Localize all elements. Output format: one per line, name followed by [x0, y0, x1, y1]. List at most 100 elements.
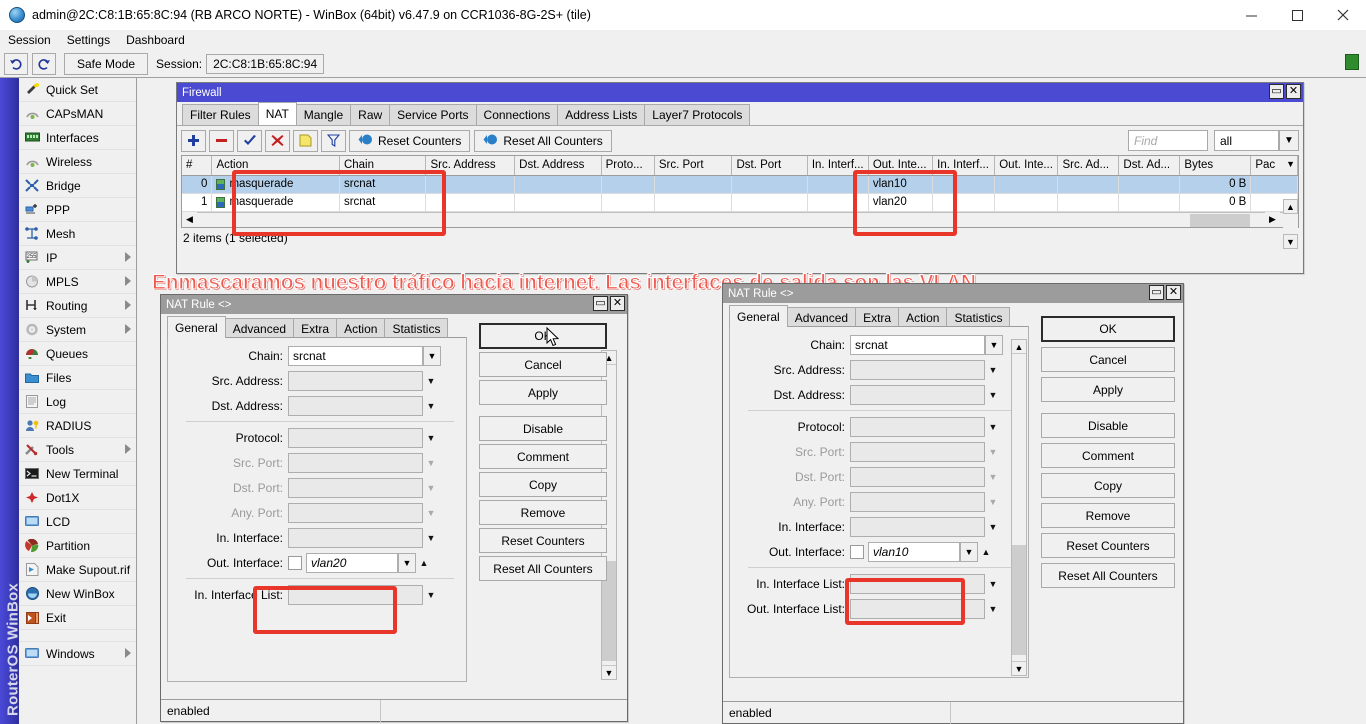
nat-right-out-interface-list-input[interactable]: [850, 599, 985, 619]
nat-right-tab-general[interactable]: General: [729, 305, 788, 327]
nat-right-in-interface-list-input[interactable]: [850, 574, 985, 594]
sidebar-item-make-supout[interactable]: Make Supout.rif: [19, 558, 136, 582]
nat-left-cancel-button[interactable]: Cancel: [479, 352, 607, 377]
tab-raw[interactable]: Raw: [350, 104, 390, 125]
nat-left-src-port-input[interactable]: [288, 453, 423, 473]
nat-right-restore-button[interactable]: ▭: [1149, 285, 1164, 300]
nat-left-tab-statistics[interactable]: Statistics: [384, 318, 448, 338]
col-dst-address[interactable]: Dst. Address: [515, 156, 601, 175]
tab-layer7-protocols[interactable]: Layer7 Protocols: [644, 104, 750, 125]
undo-button[interactable]: [4, 53, 28, 75]
sidebar-item-system[interactable]: System: [19, 318, 136, 342]
filter-select-value[interactable]: all: [1214, 130, 1279, 151]
close-button[interactable]: [1320, 0, 1366, 30]
nat-right-dst-port-caret-icon[interactable]: ▼: [985, 467, 1001, 487]
remove-rule-button[interactable]: [209, 130, 234, 152]
nat-right-dst-port-input[interactable]: [850, 467, 985, 487]
sidebar-item-interfaces[interactable]: Interfaces: [19, 126, 136, 150]
nat-right-disable-button[interactable]: Disable: [1041, 413, 1175, 438]
sidebar-item-windows[interactable]: Windows: [19, 642, 136, 666]
col-chain[interactable]: Chain: [339, 156, 425, 175]
sidebar-item-log[interactable]: Log: [19, 390, 136, 414]
nat-left-remove-button[interactable]: Remove: [479, 500, 607, 525]
nat-left-src-address-caret-icon[interactable]: ▼: [423, 371, 439, 391]
sidebar-item-capsman[interactable]: CAPsMAN: [19, 102, 136, 126]
nat-left-reset-counters-button[interactable]: Reset Counters: [479, 528, 607, 553]
add-rule-button[interactable]: [181, 130, 206, 152]
filter-select-dropdown-icon[interactable]: ▼: [1279, 130, 1299, 151]
col-in-interface-list[interactable]: In. Interf...: [933, 156, 995, 175]
nat-left-close-button[interactable]: ✕: [610, 296, 625, 311]
nat-left-in-interface-list-input[interactable]: [288, 585, 423, 605]
nat-left-out-interface-caret-icon[interactable]: ▲: [416, 553, 432, 573]
nat-left-copy-button[interactable]: Copy: [479, 472, 607, 497]
nat-left-restore-button[interactable]: ▭: [593, 296, 608, 311]
sidebar-item-mesh[interactable]: Mesh: [19, 222, 136, 246]
reset-all-counters-button[interactable]: Reset All Counters: [474, 130, 611, 152]
nat-left-ok-button[interactable]: OK: [479, 323, 607, 349]
nat-left-src-port-caret-icon[interactable]: ▼: [423, 453, 439, 473]
nat-left-scroll-down-icon[interactable]: ▼: [602, 665, 616, 679]
session-value[interactable]: 2C:C8:1B:65:8C:94: [206, 54, 324, 74]
col-action[interactable]: Action: [212, 156, 340, 175]
reset-counters-button[interactable]: Reset Counters: [349, 130, 470, 152]
nat-left-protocol-caret-icon[interactable]: ▼: [423, 428, 439, 448]
tab-mangle[interactable]: Mangle: [296, 104, 351, 125]
col-out-interface[interactable]: Out. Inte...: [868, 156, 932, 175]
nat-right-apply-button[interactable]: Apply: [1041, 377, 1175, 402]
nat-left-in-interface-caret-icon[interactable]: ▼: [423, 528, 439, 548]
nat-left-dst-port-input[interactable]: [288, 478, 423, 498]
col-src-address[interactable]: Src. Address: [426, 156, 515, 175]
sidebar-item-queues[interactable]: Queues: [19, 342, 136, 366]
col-src-port[interactable]: Src. Port: [654, 156, 732, 175]
nat-left-dst-address-input[interactable]: [288, 396, 423, 416]
nat-left-tab-advanced[interactable]: Advanced: [225, 318, 294, 338]
hscroll-thumb[interactable]: [1190, 214, 1250, 227]
table-vertical-scrollbar[interactable]: ▲ ▼: [1283, 199, 1298, 251]
sidebar-item-exit[interactable]: Exit: [19, 606, 136, 630]
nat-right-tab-action[interactable]: Action: [898, 307, 947, 327]
nat-right-scroll-up-icon[interactable]: ▲: [1012, 340, 1026, 354]
nat-right-reset-counters-button[interactable]: Reset Counters: [1041, 533, 1175, 558]
nat-left-chain-input[interactable]: srcnat: [288, 346, 423, 366]
menu-session[interactable]: Session: [0, 31, 59, 49]
nat-right-out-interface-input[interactable]: vlan10: [868, 542, 960, 562]
col-dst-address-list[interactable]: Dst. Ad...: [1119, 156, 1180, 175]
nat-left-in-interface-input[interactable]: [288, 528, 423, 548]
col-bytes[interactable]: Bytes: [1180, 156, 1251, 175]
maximize-button[interactable]: [1274, 0, 1320, 30]
sidebar-item-radius[interactable]: RADIUS: [19, 414, 136, 438]
filter-icon[interactable]: [321, 130, 346, 152]
sidebar-item-dot1x[interactable]: Dot1X: [19, 486, 136, 510]
find-input[interactable]: Find: [1128, 130, 1208, 151]
tab-service-ports[interactable]: Service Ports: [389, 104, 476, 125]
col-in-interface[interactable]: In. Interf...: [807, 156, 868, 175]
sidebar-item-routing[interactable]: Routing: [19, 294, 136, 318]
table-row[interactable]: 0 masquerade srcnat vlan10: [182, 175, 1298, 193]
nat-right-out-interface-list-caret-icon[interactable]: ▼: [985, 599, 1001, 619]
sidebar-item-files[interactable]: Files: [19, 366, 136, 390]
nat-left-tab-general[interactable]: General: [167, 316, 226, 338]
nat-right-close-button[interactable]: ✕: [1166, 285, 1181, 300]
nat-right-in-interface-caret-icon[interactable]: ▼: [985, 517, 1001, 537]
nat-right-reset-all-counters-button[interactable]: Reset All Counters: [1041, 563, 1175, 588]
col-protocol[interactable]: Proto...: [601, 156, 654, 175]
nat-right-chain-dropdown-icon[interactable]: ▼: [985, 335, 1003, 355]
nat-right-ok-button[interactable]: OK: [1041, 316, 1175, 342]
nat-left-any-port-caret-icon[interactable]: ▼: [423, 503, 439, 523]
nat-right-cancel-button[interactable]: Cancel: [1041, 347, 1175, 372]
col-packets[interactable]: Pac ▼: [1251, 156, 1298, 175]
nat-left-apply-button[interactable]: Apply: [479, 380, 607, 405]
nat-right-tab-extra[interactable]: Extra: [855, 307, 899, 327]
nat-right-out-interface-caret-icon[interactable]: ▲: [978, 542, 994, 562]
col-num[interactable]: #: [182, 156, 212, 175]
sidebar-item-wireless[interactable]: Wireless: [19, 150, 136, 174]
nat-left-protocol-input[interactable]: [288, 428, 423, 448]
nat-right-comment-button[interactable]: Comment: [1041, 443, 1175, 468]
minimize-button[interactable]: [1228, 0, 1274, 30]
nat-right-tab-advanced[interactable]: Advanced: [787, 307, 856, 327]
nat-right-src-address-caret-icon[interactable]: ▼: [985, 360, 1001, 380]
menu-settings[interactable]: Settings: [59, 31, 118, 49]
column-menu-icon[interactable]: ▼: [1286, 159, 1295, 169]
comment-button[interactable]: [293, 130, 318, 152]
